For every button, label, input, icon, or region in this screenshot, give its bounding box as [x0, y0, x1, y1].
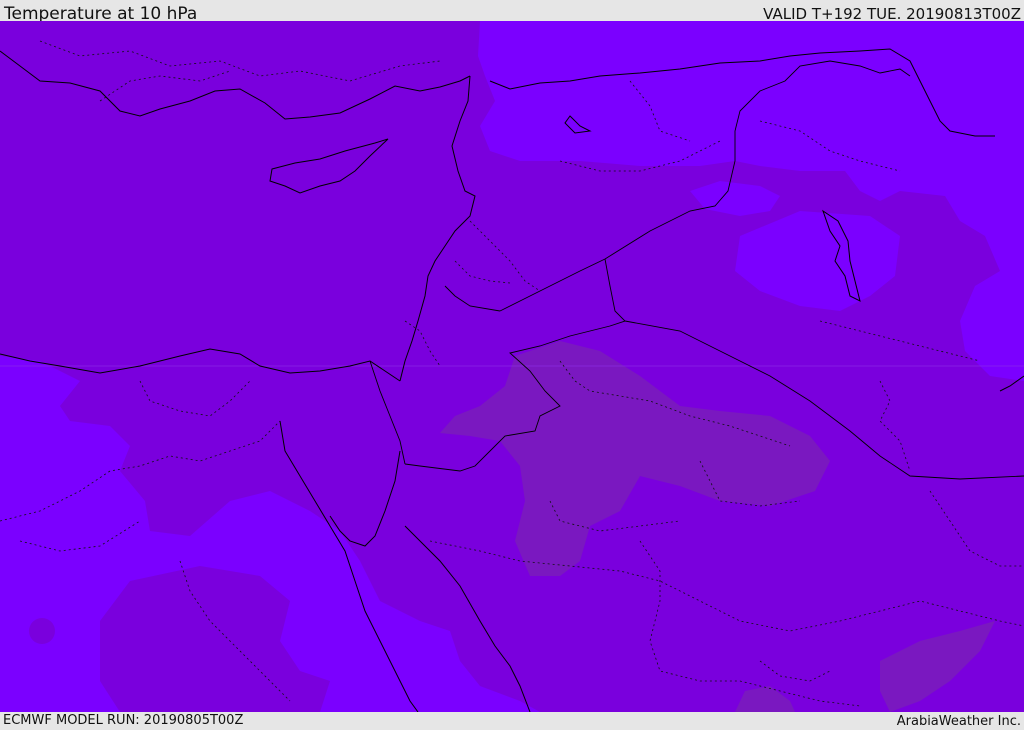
header-bar: Temperature at 10 hPa VALID T+192 TUE. 2…: [0, 0, 1024, 24]
credit-label: ArabiaWeather Inc.: [896, 714, 1021, 729]
map-canvas: [0, 21, 1024, 712]
weather-map[interactable]: [0, 21, 1024, 712]
model-run-label: ECMWF MODEL RUN: 20190805T00Z: [3, 713, 244, 728]
footer-bar: ECMWF MODEL RUN: 20190805T00Z ArabiaWeat…: [0, 712, 1024, 729]
